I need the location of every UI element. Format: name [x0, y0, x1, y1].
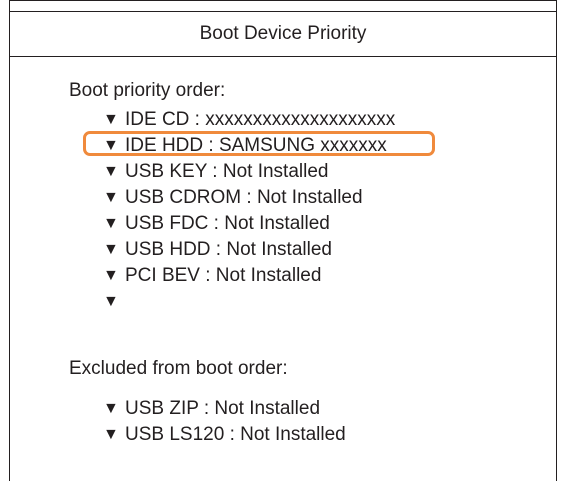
boot-item-label: USB HDD : Not Installed: [125, 239, 332, 260]
boot-item-label: USB CDROM : Not Installed: [125, 187, 363, 208]
boot-item-usb-hdd[interactable]: ▼ USB HDD : Not Installed: [103, 237, 395, 263]
boot-item-label: IDE HDD : SAMSUNG xxxxxxx: [125, 135, 387, 156]
panel-title: Boot Device Priority: [10, 11, 556, 57]
down-arrow-icon: ▼: [103, 111, 119, 128]
excluded-item-usb-ls120[interactable]: ▼ USB LS120 : Not Installed: [103, 422, 346, 448]
down-arrow-icon: ▼: [103, 163, 119, 180]
boot-priority-order-label: Boot priority order:: [69, 80, 226, 101]
boot-item-usb-key[interactable]: ▼ USB KEY : Not Installed: [103, 159, 395, 185]
boot-device-priority-panel: Boot Device Priority Boot priority order…: [9, 0, 557, 481]
boot-item-usb-fdc[interactable]: ▼ USB FDC : Not Installed: [103, 211, 395, 237]
down-arrow-icon: ▼: [103, 137, 119, 154]
down-arrow-icon: ▼: [103, 241, 119, 258]
boot-priority-list: ▼ IDE CD : xxxxxxxxxxxxxxxxxxxx ▼ IDE HD…: [103, 107, 395, 315]
excluded-item-label: USB LS120 : Not Installed: [125, 424, 346, 445]
boot-item-label: IDE CD : xxxxxxxxxxxxxxxxxxxx: [125, 109, 396, 130]
boot-item-label: PCI BEV : Not Installed: [125, 265, 322, 286]
down-arrow-icon: ▼: [103, 189, 119, 206]
boot-item-label: USB KEY : Not Installed: [125, 161, 329, 182]
boot-item-usb-cdrom[interactable]: ▼ USB CDROM : Not Installed: [103, 185, 395, 211]
down-arrow-icon: ▼: [103, 215, 119, 232]
down-arrow-icon: ▼: [103, 267, 119, 284]
boot-item-empty[interactable]: ▼: [103, 289, 395, 315]
excluded-item-usb-zip[interactable]: ▼ USB ZIP : Not Installed: [103, 396, 346, 422]
excluded-item-label: USB ZIP : Not Installed: [125, 398, 321, 419]
boot-item-ide-hdd[interactable]: ▼ IDE HDD : SAMSUNG xxxxxxx: [103, 133, 395, 159]
boot-item-ide-cd[interactable]: ▼ IDE CD : xxxxxxxxxxxxxxxxxxxx: [103, 107, 395, 133]
boot-item-label: USB FDC : Not Installed: [125, 213, 330, 234]
boot-item-pci-bev[interactable]: ▼ PCI BEV : Not Installed: [103, 263, 395, 289]
down-arrow-icon: ▼: [103, 293, 119, 310]
down-arrow-icon: ▼: [103, 400, 119, 417]
excluded-from-boot-order-label: Excluded from boot order:: [69, 358, 288, 379]
excluded-boot-list: ▼ USB ZIP : Not Installed ▼ USB LS120 : …: [103, 396, 346, 448]
down-arrow-icon: ▼: [103, 426, 119, 443]
